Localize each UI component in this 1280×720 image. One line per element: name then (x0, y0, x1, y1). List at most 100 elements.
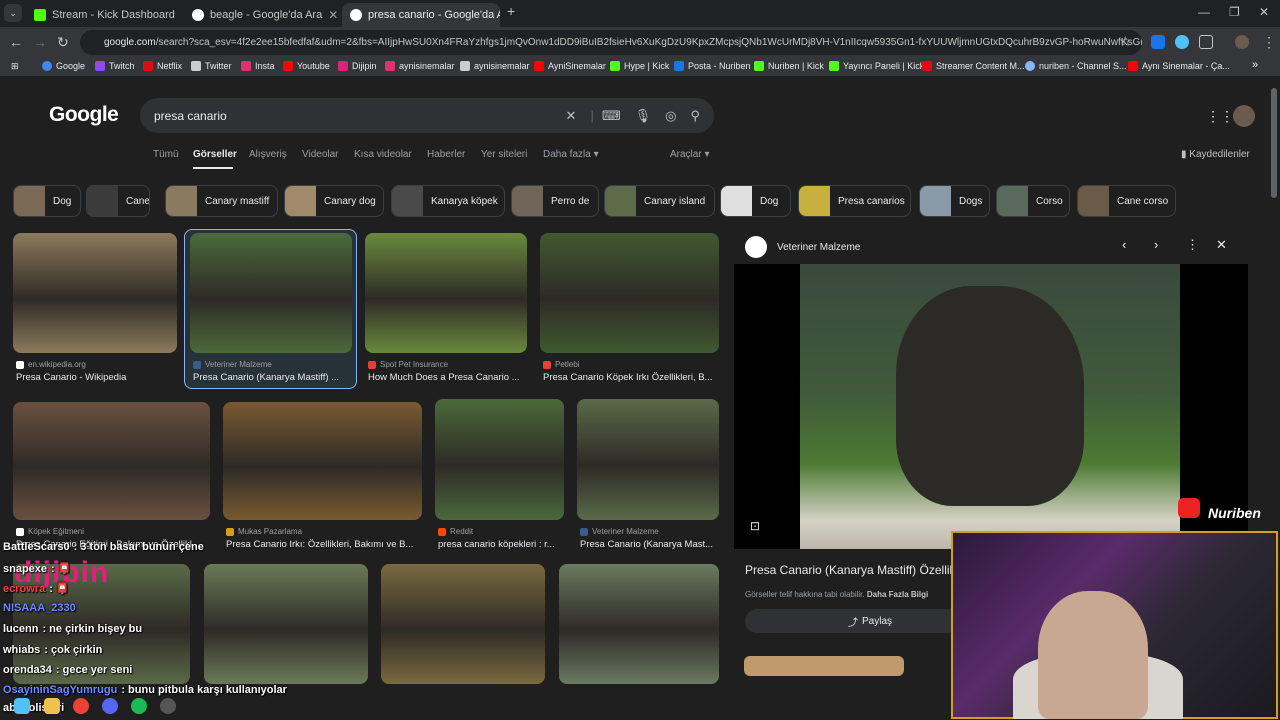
presa-canario-preview-image[interactable] (800, 264, 1180, 549)
result-title[interactable]: presa canario köpekleri : r... (438, 539, 561, 550)
result-thumbnail[interactable] (577, 399, 719, 520)
bookmark-youtube[interactable]: Youtube (283, 61, 330, 71)
result-thumbnail[interactable] (435, 399, 564, 520)
result-title[interactable]: Presa Canario Köpek Irkı Özellikleri, B.… (543, 372, 716, 383)
bookmark-insta[interactable]: Insta (241, 61, 275, 71)
scrollbar-thumb[interactable] (1271, 88, 1277, 198)
tab-web[interactable]: Yer siteleri (481, 149, 527, 160)
browser-tab-presa[interactable]: presa canario - Google'da Ara ✕ (342, 3, 500, 27)
result-thumbnail[interactable] (381, 564, 545, 684)
result-thumbnail[interactable] (13, 233, 177, 353)
bookmark-channel-s[interactable]: nuriben - Channel S... (1025, 61, 1127, 71)
bookmark-aynisinemalar-insta[interactable]: aynisinemalar (385, 61, 455, 71)
bookmark-yayinci-paneli[interactable]: Yayıncı Paneli | Kick (829, 61, 924, 71)
tab-search-button[interactable]: ⌄ (4, 4, 22, 22)
keyboard-icon[interactable]: ⌨ (602, 108, 621, 124)
more-options-icon[interactable]: ⋮ (1186, 237, 1199, 253)
file-explorer-icon[interactable] (44, 698, 60, 714)
image-result[interactable] (381, 564, 545, 720)
bookmark-twitch[interactable]: Twitch (95, 61, 135, 71)
related-images-strip[interactable] (744, 656, 904, 676)
bookmark-dijipin[interactable]: Dijipin (338, 61, 377, 71)
chip-canary-mastiff[interactable]: Canary mastiff (165, 185, 278, 217)
result-thumbnail[interactable] (559, 564, 719, 684)
preview-image-frame[interactable]: ⊡ (734, 264, 1248, 549)
clear-icon[interactable]: ✕ (566, 108, 577, 124)
bookmark-aynisinemalar-x[interactable]: aynisinemalar (460, 61, 530, 71)
result-thumbnail[interactable] (540, 233, 719, 353)
bookmark-netflix[interactable]: Netflix (143, 61, 182, 71)
browser-tab-beagle[interactable]: beagle - Google'da Ara ✕ (184, 3, 340, 27)
bookmark-posta[interactable]: Posta - Nuriben (674, 61, 751, 71)
lens-search-icon[interactable]: ⊡ (750, 519, 760, 533)
bookmark-ayni-sinemalar-ca[interactable]: Aynı Sinemalar - Ça... (1128, 61, 1230, 71)
close-icon[interactable]: ✕ (181, 8, 182, 22)
window-close-button[interactable]: ✕ (1259, 5, 1269, 19)
profile-avatar[interactable] (1235, 35, 1249, 49)
discord-icon[interactable] (102, 698, 118, 714)
windows-start-icon[interactable] (14, 698, 30, 714)
result-thumbnail[interactable] (13, 402, 210, 520)
reload-icon[interactable]: ↻ (57, 34, 69, 51)
bookmark-twitter[interactable]: Twitter (191, 61, 232, 71)
result-thumbnail[interactable] (204, 564, 368, 684)
previous-icon[interactable]: ‹ (1122, 237, 1126, 252)
google-apps-icon[interactable]: ⋮⋮ (1206, 108, 1234, 125)
bookmark-hype-kick[interactable]: Hype | Kick (610, 61, 669, 71)
image-result[interactable] (559, 564, 719, 720)
tab-news[interactable]: Haberler (427, 149, 465, 160)
result-source[interactable]: Mukas Pazarlama (226, 527, 302, 536)
chrome-icon[interactable] (73, 698, 89, 714)
forward-icon[interactable]: → (33, 34, 47, 50)
chip-cane[interactable]: Cane (86, 185, 150, 217)
search-input[interactable]: presa canario (154, 109, 566, 123)
bookmark-streamer-content[interactable]: Streamer Content M... (922, 61, 1025, 71)
spotify-icon[interactable] (131, 698, 147, 714)
microphone-icon[interactable]: 🎙 (635, 108, 652, 124)
bookmark-google[interactable]: Google (42, 61, 85, 71)
maximize-button[interactable]: ❐ (1229, 5, 1240, 19)
image-result[interactable]: Reddit presa canario köpekleri : r... (435, 399, 564, 560)
extensions-puzzle-icon[interactable] (1199, 35, 1213, 49)
next-icon[interactable]: › (1154, 237, 1158, 252)
result-title[interactable]: How Much Does a Presa Canario ... (368, 372, 524, 383)
tab-videos[interactable]: Videolar (302, 149, 339, 160)
chip-canary-dog[interactable]: Canary dog (284, 185, 384, 217)
image-result[interactable]: Mukas Pazarlama Presa Canario Irkı: Özell… (223, 402, 422, 560)
new-tab-button[interactable]: + (507, 3, 515, 19)
result-source[interactable]: Veteriner Malzeme (580, 527, 659, 536)
result-title[interactable]: Presa Canario (Kanarya Mast... (580, 539, 716, 550)
account-avatar[interactable] (1233, 105, 1255, 127)
bookmark-nuriben-kick[interactable]: Nuriben | Kick (754, 61, 824, 71)
more-bookmarks-button[interactable]: » (1252, 59, 1258, 71)
browser-tab-kick[interactable]: Stream - Kick Dashboard ✕ (26, 3, 182, 27)
close-panel-icon[interactable]: ✕ (1216, 237, 1227, 253)
search-box[interactable]: presa canario ✕ | ⌨ 🎙 ◎ ⚲ (140, 98, 714, 133)
chip-corso[interactable]: Corso (996, 185, 1070, 217)
search-icon[interactable]: ⚲ (690, 108, 700, 124)
result-thumbnail[interactable] (365, 233, 527, 353)
chip-canary-island[interactable]: Canary island (604, 185, 715, 217)
result-title[interactable]: Presa Canario - Wikipedia (16, 372, 174, 383)
image-result[interactable]: Spot Pet Insurance How Much Does a Presa … (365, 233, 527, 393)
image-result[interactable]: Veteriner Malzeme Presa Canario (Kanarya … (190, 233, 352, 393)
back-icon[interactable]: ← (9, 34, 23, 50)
chip-dogs[interactable]: Dogs (919, 185, 990, 217)
tab-images[interactable]: Görseller (193, 149, 237, 160)
tab-shopping[interactable]: Alışveriş (249, 149, 287, 160)
image-result[interactable]: Veteriner Malzeme Presa Canario (Kanarya … (577, 399, 719, 560)
minimize-button[interactable]: — (1198, 5, 1210, 19)
saved-button[interactable]: ▮ Kaydedilenler (1181, 149, 1250, 160)
chip-perro-de[interactable]: Perro de (511, 185, 599, 217)
bookmark-star-icon[interactable]: ☆ (1119, 33, 1132, 50)
apps-grid-icon[interactable]: ⊞ (11, 61, 19, 72)
menu-kebab-icon[interactable]: ⋮ (1262, 34, 1276, 51)
chip-dog[interactable]: Dog (13, 185, 81, 217)
result-source[interactable]: Spot Pet Insurance (368, 360, 448, 369)
close-icon[interactable]: ✕ (328, 8, 338, 22)
image-result[interactable]: en.wikipedia.org Presa Canario - Wikipedi… (13, 233, 177, 393)
result-title[interactable]: Presa Canario Irkı: Özellikleri, Bakımı … (226, 539, 419, 550)
learn-more-link[interactable]: Daha Fazla Bilgi (867, 590, 928, 599)
google-logo[interactable]: Google (49, 103, 119, 127)
result-source[interactable]: Reddit (438, 527, 473, 536)
